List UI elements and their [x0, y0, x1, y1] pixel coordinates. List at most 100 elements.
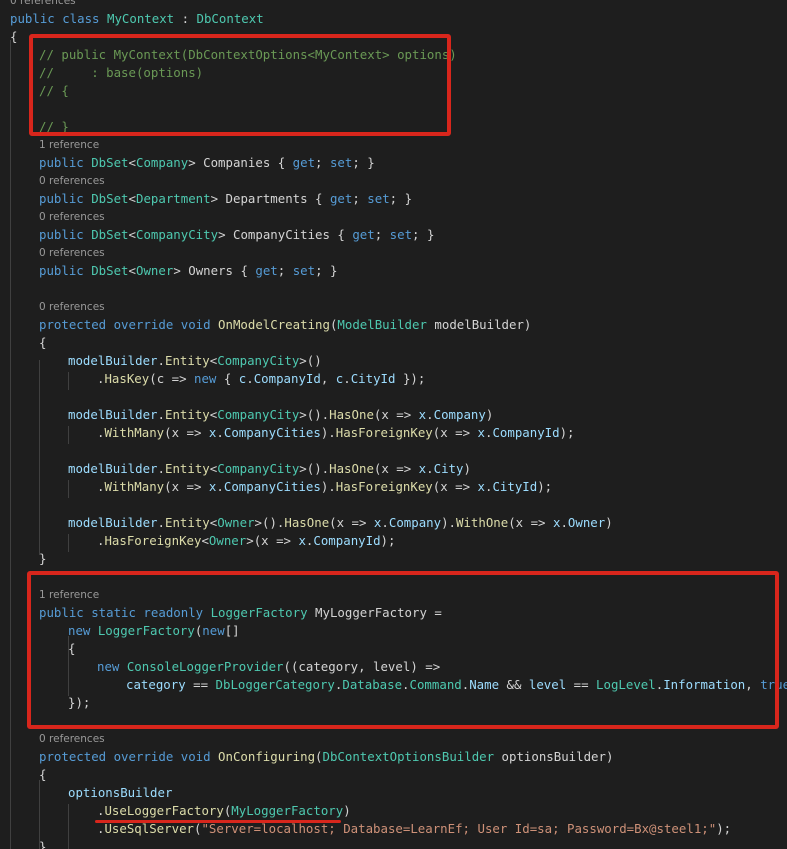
code-token: HasForeignKey: [335, 425, 433, 440]
code-token: modelBuilder: [68, 461, 158, 476]
code-token: .: [157, 353, 165, 368]
codelens-references[interactable]: 0 references: [39, 732, 105, 746]
indent-guide: [68, 534, 69, 552]
code-token: .: [157, 407, 165, 422]
code-token: ;: [277, 263, 293, 278]
code-line: protected override void OnConfiguring(Db…: [39, 748, 613, 766]
code-token: DbContext: [196, 11, 264, 26]
code-token: public: [39, 227, 92, 242]
code-line: public class MyContext : DbContext: [10, 10, 264, 28]
code-token: x: [298, 533, 306, 548]
code-token: (x =>: [373, 461, 419, 476]
code-token: {: [39, 335, 47, 350]
code-token: x: [477, 479, 485, 494]
highlight-box-logger-factory: [27, 571, 779, 729]
code-token: ): [463, 461, 471, 476]
code-token: .: [246, 371, 254, 386]
code-token: UseLoggerFactory: [104, 803, 224, 818]
code-token: City: [433, 461, 464, 476]
code-token: (x =>: [373, 407, 419, 422]
code-token: <: [128, 263, 136, 278]
code-token: WithOne: [456, 515, 509, 530]
code-token: Entity: [165, 461, 210, 476]
code-token: ; }: [412, 227, 435, 242]
code-line: {: [10, 28, 17, 46]
code-token: MyLoggerFactory: [231, 803, 344, 818]
code-token: HasOne: [284, 515, 330, 530]
code-token: ; }: [315, 263, 338, 278]
code-token: optionsBuilder): [494, 749, 614, 764]
code-token: (x =>: [432, 479, 478, 494]
code-token: set: [367, 191, 390, 206]
indent-guide: [68, 804, 69, 849]
code-token: >().: [299, 407, 330, 422]
code-token: ).: [441, 515, 456, 530]
code-token: >(): [299, 353, 322, 368]
code-token: Owner: [567, 515, 606, 530]
code-token: OnConfiguring: [218, 749, 316, 764]
codelens-references[interactable]: 0 references: [39, 300, 105, 314]
codelens-references[interactable]: 0 references: [39, 210, 105, 224]
code-line: public DbSet<Company> Companies { get; s…: [39, 154, 375, 172]
code-token: > CompanyCities {: [218, 227, 353, 242]
code-token: x: [477, 425, 485, 440]
code-line: modelBuilder.Entity<CompanyCity>(): [68, 352, 322, 370]
code-token: .: [560, 515, 568, 530]
code-token: Entity: [165, 353, 210, 368]
code-line: modelBuilder.Entity<Owner>().HasOne(x =>…: [68, 514, 613, 532]
code-token: (x =>: [508, 515, 553, 530]
code-token: );: [537, 479, 553, 494]
code-token: (c =>: [149, 371, 194, 386]
code-token: ).: [320, 425, 336, 440]
code-token: HasOne: [329, 461, 374, 476]
code-line: .WithMany(x => x.CompanyCities).HasForei…: [97, 424, 575, 442]
code-token: ;: [352, 191, 368, 206]
code-token: Owner: [136, 263, 174, 278]
codelens-references[interactable]: 1 reference: [39, 138, 99, 152]
code-token: ;: [374, 227, 390, 242]
code-token: (x =>: [164, 425, 209, 440]
code-token: .: [157, 515, 165, 530]
code-token: public: [39, 263, 92, 278]
indent-guide: [10, 40, 11, 849]
codelens-references[interactable]: 0 references: [39, 246, 105, 260]
code-token: CompanyId: [313, 533, 381, 548]
code-token: HasOne: [329, 407, 374, 422]
indent-guide: [68, 426, 69, 444]
indent-guide: [68, 372, 69, 390]
code-token: {: [39, 767, 47, 782]
code-token: .: [216, 425, 224, 440]
code-token: Owner: [208, 533, 247, 548]
code-token: DbSet: [91, 263, 129, 278]
code-token: >().: [254, 515, 285, 530]
code-token: );: [716, 821, 732, 836]
code-token: >(x =>: [246, 533, 299, 548]
code-token: get: [255, 263, 278, 278]
code-token: CompanyId: [492, 425, 560, 440]
codelens-references[interactable]: 0 references: [39, 174, 105, 188]
code-line: modelBuilder.Entity<CompanyCity>().HasOn…: [68, 406, 493, 424]
code-token: Entity: [165, 515, 210, 530]
code-token: set: [292, 263, 316, 278]
code-line: {: [39, 766, 46, 784]
code-token: ): [605, 515, 613, 530]
code-token: optionsBuilder: [68, 785, 173, 800]
code-token: new: [194, 371, 217, 386]
code-editor[interactable]: 0 references public class MyContext : DbC…: [0, 0, 787, 849]
code-token: .: [216, 479, 224, 494]
codelens-references[interactable]: 0 references: [10, 0, 76, 8]
code-token: CityId: [492, 479, 538, 494]
code-line: public DbSet<Department> Departments { g…: [39, 190, 412, 208]
code-line: .UseLoggerFactory(MyLoggerFactory): [97, 802, 351, 820]
indent-guide: [39, 360, 40, 555]
code-token: modelBuilder): [426, 317, 532, 332]
code-token: }: [39, 551, 47, 566]
code-token: CompanyCity: [217, 353, 300, 368]
code-token: .: [381, 515, 389, 530]
code-token: CompanyCity: [136, 227, 219, 242]
code-token: CompanyCity: [217, 461, 300, 476]
code-token: ;: [315, 155, 330, 170]
code-token: ; }: [352, 155, 375, 170]
code-token: Department: [136, 191, 211, 206]
code-token: protected override void: [39, 749, 219, 764]
